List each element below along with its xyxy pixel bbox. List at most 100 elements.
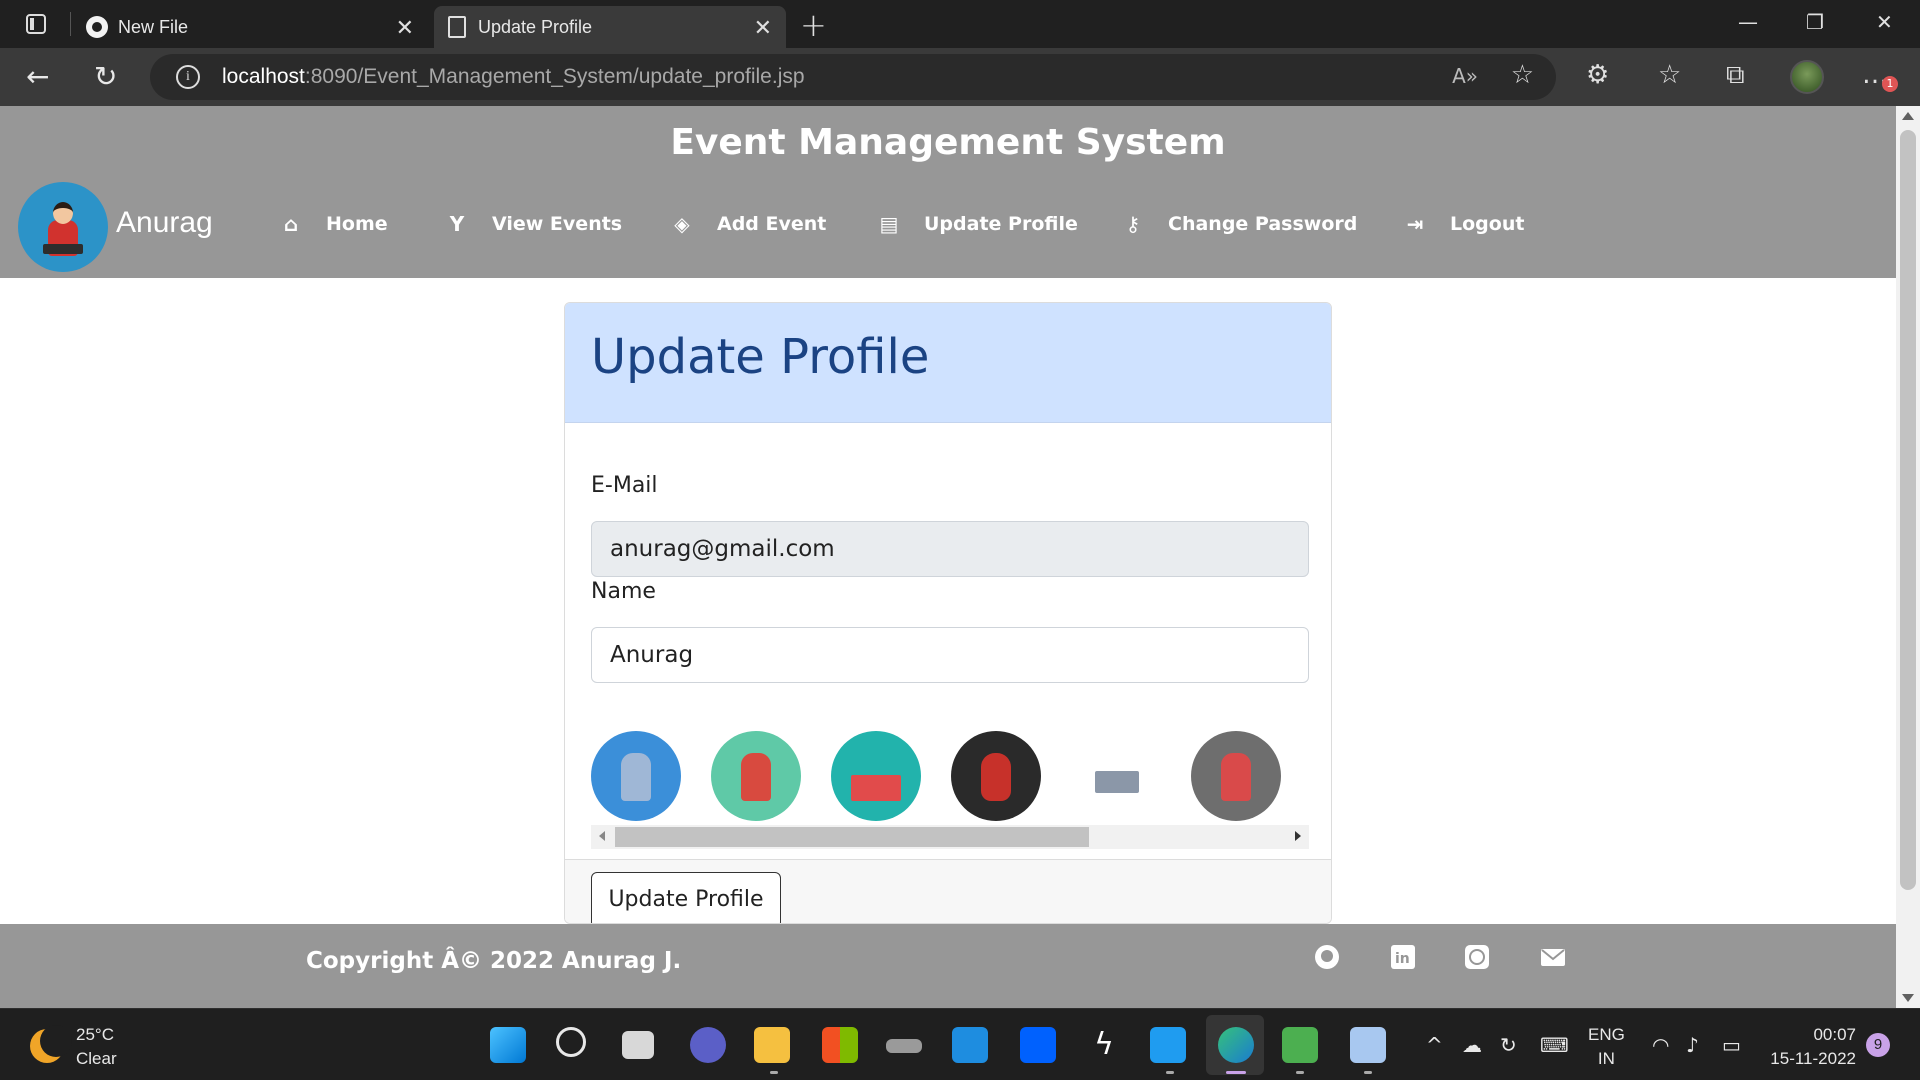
time: 00:07	[1813, 1025, 1856, 1044]
mail-app-icon[interactable]	[952, 1027, 988, 1063]
avatar-option[interactable]	[831, 731, 921, 821]
name-field[interactable]: Anurag	[591, 627, 1309, 683]
site-header: Event Management System Anurag ⌂ Home Y …	[0, 106, 1896, 278]
nav-change-password[interactable]: ⚷ Change Password	[1120, 212, 1358, 236]
avatar-option[interactable]	[1191, 731, 1281, 821]
browser-toolbar: ← ↻ i localhost:8090/Event_Management_Sy…	[0, 48, 1920, 106]
copyright-text: Copyright Â© 2022 Anurag J.	[306, 948, 682, 974]
reload-button[interactable]: ↻	[94, 60, 117, 93]
card-header: Update Profile	[565, 303, 1331, 423]
vscode-icon[interactable]	[1150, 1027, 1186, 1063]
profile-avatar[interactable]	[1790, 60, 1824, 94]
tab-actions-icon[interactable]	[18, 12, 54, 36]
nav-label: Logout	[1450, 213, 1525, 235]
nav-logout[interactable]: ⇥ Logout	[1402, 212, 1525, 236]
nav-label: Home	[326, 213, 388, 235]
mail-icon[interactable]	[1540, 944, 1566, 970]
lightning-app-icon[interactable]: ϟ	[1086, 1027, 1122, 1063]
notification-count-badge[interactable]: 9	[1866, 1033, 1890, 1057]
email-field[interactable]: anurag@gmail.com	[591, 521, 1309, 577]
update-profile-card: Update Profile E-Mail anurag@gmail.com N…	[564, 302, 1332, 924]
battery-icon[interactable]: ▭	[1722, 1033, 1741, 1057]
virtualbox-icon[interactable]	[1350, 1027, 1386, 1063]
page-viewport: Event Management System Anurag ⌂ Home Y …	[0, 106, 1920, 1008]
name-label: Name	[591, 579, 656, 604]
page-icon	[448, 16, 466, 38]
cocktail-icon: Y	[449, 212, 465, 236]
keyboard-icon[interactable]: ⌨	[1540, 1033, 1569, 1057]
svg-text:in: in	[1395, 951, 1410, 967]
id-card-icon: ▤	[879, 212, 899, 236]
browser-tab-bar: New File ✕ Update Profile ✕ + — ❐ ✕	[0, 0, 1920, 48]
close-icon[interactable]: ✕	[396, 15, 414, 41]
running-indicator	[1364, 1071, 1372, 1074]
tab-update-profile[interactable]: Update Profile ✕	[434, 6, 786, 48]
temperature: 25°C	[76, 1025, 114, 1044]
search-icon[interactable]	[556, 1027, 586, 1057]
page-scrollbar[interactable]	[1896, 106, 1920, 1008]
store-icon[interactable]	[822, 1027, 858, 1063]
nav-update-profile[interactable]: ▤ Update Profile	[876, 212, 1078, 236]
minimize-button[interactable]: —	[1738, 10, 1758, 34]
avatar-option[interactable]	[951, 731, 1041, 821]
site-footer: Copyright Â© 2022 Anurag J. in	[0, 924, 1896, 1008]
new-tab-button[interactable]: +	[800, 6, 827, 44]
notepad-plus-icon[interactable]	[1282, 1027, 1318, 1063]
close-window-button[interactable]: ✕	[1876, 10, 1893, 34]
edge-icon[interactable]	[1218, 1027, 1254, 1063]
close-icon[interactable]: ✕	[754, 15, 772, 41]
weather-widget[interactable]: 25°C Clear	[76, 1023, 117, 1071]
restore-button[interactable]: ❐	[1806, 10, 1824, 34]
nav-add-event[interactable]: ◈ Add Event	[669, 212, 826, 236]
wifi-icon[interactable]: ◠	[1652, 1033, 1669, 1057]
drive-icon[interactable]	[886, 1039, 922, 1053]
collections-icon[interactable]: ⧉	[1726, 60, 1745, 91]
logout-icon: ⇥	[1406, 212, 1424, 236]
task-view-icon[interactable]	[622, 1031, 654, 1059]
add-favorite-icon[interactable]: ☆	[1511, 60, 1534, 90]
avatar-picker[interactable]	[591, 731, 1309, 825]
nav-home[interactable]: ⌂ Home	[278, 212, 388, 236]
start-icon[interactable]	[490, 1027, 526, 1063]
date: 15-11-2022	[1770, 1049, 1856, 1068]
extensions-icon[interactable]: ⚙	[1586, 60, 1609, 90]
avatar-option[interactable]	[1071, 731, 1161, 821]
back-button[interactable]: ←	[26, 60, 49, 93]
email-label: E-Mail	[591, 473, 658, 498]
running-indicator	[1296, 1071, 1304, 1074]
notification-badge: 1	[1882, 76, 1898, 92]
dropbox-icon[interactable]	[1020, 1027, 1056, 1063]
volume-icon[interactable]: ♪	[1686, 1033, 1699, 1057]
tray-chevron-icon[interactable]: ^	[1426, 1033, 1443, 1057]
key-icon: ⚷	[1125, 212, 1141, 236]
read-aloud-icon[interactable]: A»	[1452, 64, 1478, 88]
avatar-option[interactable]	[711, 731, 801, 821]
whatsapp-icon[interactable]	[1464, 944, 1490, 970]
tab-new-file[interactable]: New File ✕	[74, 6, 428, 48]
clock[interactable]: 00:07 15-11-2022	[1766, 1023, 1856, 1071]
linkedin-icon[interactable]: in	[1390, 944, 1416, 970]
file-explorer-icon[interactable]	[754, 1027, 790, 1063]
language-code: ENG	[1588, 1025, 1625, 1044]
gamepad-icon: ◈	[674, 212, 690, 236]
moon-icon[interactable]	[30, 1025, 72, 1063]
region-code: IN	[1597, 1049, 1615, 1068]
favorites-icon[interactable]: ☆	[1658, 60, 1681, 90]
onedrive-icon[interactable]: ☁	[1462, 1033, 1482, 1057]
avatar-option[interactable]	[591, 731, 681, 821]
address-bar[interactable]: i localhost:8090/Event_Management_System…	[150, 54, 1556, 100]
info-icon[interactable]: i	[176, 65, 200, 89]
url-path: :8090/Event_Management_System/update_pro…	[304, 65, 805, 88]
card-footer: Update Profile	[565, 859, 1331, 923]
nav-view-events[interactable]: Y View Events	[444, 212, 622, 236]
sync-icon[interactable]: ↻	[1500, 1033, 1517, 1057]
chat-icon[interactable]	[690, 1027, 726, 1063]
nav-label: Add Event	[717, 213, 827, 235]
avatar-scrollbar[interactable]	[591, 825, 1309, 849]
language-indicator[interactable]: ENG IN	[1588, 1023, 1625, 1071]
nav-label: Change Password	[1168, 213, 1358, 235]
page-title: Update Profile	[591, 329, 930, 385]
update-profile-button[interactable]: Update Profile	[591, 872, 781, 923]
weather-condition: Clear	[76, 1049, 117, 1068]
github-icon[interactable]	[1314, 944, 1340, 970]
